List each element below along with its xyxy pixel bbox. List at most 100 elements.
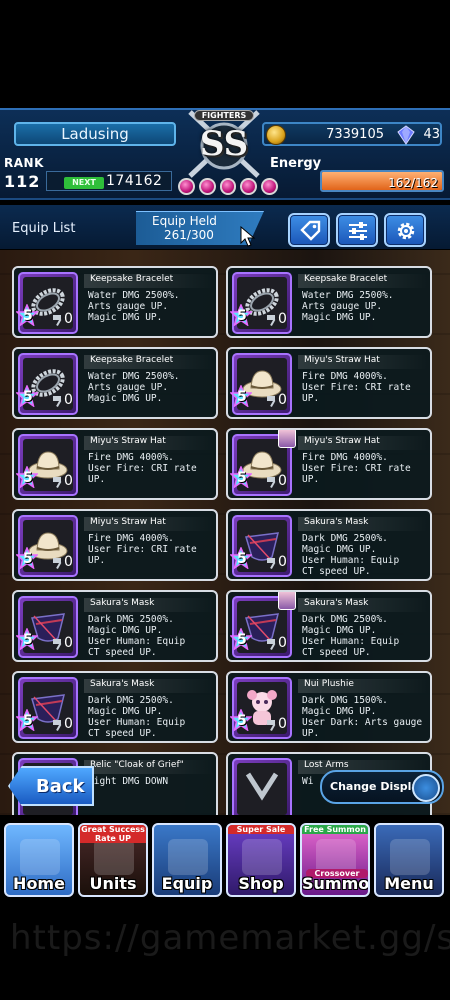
change-display-button[interactable]: Change Display [320,770,444,804]
rarity-number: 5 [237,713,247,729]
orb-icon [178,178,195,195]
nav-label: Units [89,874,137,893]
hammer-icon [53,477,62,488]
equipment-effect: Dark DMG 1500%. Magic DMG UP. User Dark:… [302,695,423,739]
equipment-name: Miyu's Straw Hat [84,436,214,450]
status-header: Ladusing 7339105 43 RANK 112 NEXT 174162… [0,108,450,200]
equipment-card[interactable]: 5 0 Sakura's Mask Dark DMG 2500%. Magic DMG… [226,509,432,581]
hammer-icon [267,315,276,326]
equipment-name: Sakura's Mask [298,598,428,612]
equipment-name: Sakura's Mask [298,517,428,531]
tag-filter-button[interactable] [288,213,330,247]
equipment-effect: Dark DMG 2500%. Magic DMG UP. User Human… [302,533,400,577]
orb-row [178,178,278,198]
hammer-icon [53,315,62,326]
nav-shop[interactable]: Super Sale Shop [226,823,296,897]
currency-panel: 7339105 43 [262,122,442,146]
equipment-card[interactable]: 5 0 Sakura's Mask Dark DMG 2500%. Magic DMG… [12,671,218,743]
next-exp-value: 174162 [106,173,163,189]
equipment-card[interactable]: 5 0 Miyu's Straw Hat Fire DMG 4000%. User F… [226,347,432,419]
orb-icon [240,178,258,195]
rarity-number: 5 [23,551,33,567]
equipment-card[interactable]: 5 0 Sakura's Mask Dark DMG 2500%. Magic DMG… [226,590,432,662]
gem-amount: 43 [423,127,440,142]
equip-held-value: 261/300 [164,228,214,242]
sword-icon [168,839,208,875]
energy-value: 162/162 [388,176,438,190]
equipment-card[interactable]: 5 0 Miyu's Straw Hat Fire DMG 4000%. User F… [12,509,218,581]
rarity-number: 5 [237,632,247,648]
equipment-effect: Dark DMG 2500%. Magic DMG UP. User Human… [88,614,186,658]
treasure-icon [242,839,282,875]
nav-summon[interactable]: Free SummonCrossoverSummon [300,823,370,897]
equipment-thumbnail [232,758,292,815]
hammer-icon [267,639,276,650]
next-badge: NEXT [64,177,104,189]
equipment-card[interactable]: 5 0 Keepsake Bracelet Water DMG 2500%. Arts… [12,266,218,338]
enhance-level: 0 [278,716,287,732]
equip-held-label: Equip Held [152,214,217,228]
nav-label: Menu [384,874,434,893]
sort-settings-button[interactable] [336,213,378,247]
gear-icon [397,222,415,240]
rarity-number: 5 [23,713,33,729]
equipment-card[interactable]: 5 0 Sakura's Mask Dark DMG 2500%. Magic DMG… [12,590,218,662]
enhance-level: 0 [64,554,73,570]
orb-icon [198,178,216,195]
enhance-level: 0 [64,311,73,327]
hammer-icon [267,396,276,407]
player-name[interactable]: Ladusing [14,122,176,146]
enhance-level: 0 [64,635,73,651]
nav-units[interactable]: Great Success Rate UP Units [78,823,148,897]
rarity-number: 5 [23,308,33,324]
watermark-text: https://gamemarket.gg/s [10,918,450,958]
equipment-list[interactable]: 5 0 Keepsake Bracelet Water DMG 2500%. Arts… [0,250,450,815]
equipment-effect: Light DMG DOWN [88,776,169,787]
nav-label: Shop [238,874,284,893]
equipment-card[interactable]: 5 0 Keepsake Bracelet Water DMG 2500%. Arts… [12,347,218,419]
equipment-name: Keepsake Bracelet [298,274,428,288]
equipment-name: Miyu's Straw Hat [298,355,428,369]
arms-icon [240,766,284,814]
hammer-icon [267,720,276,731]
enhance-level: 0 [64,473,73,489]
equipment-card[interactable]: 5 0 Nui Plushie Dark DMG 1500%. Magic DMG U… [226,671,432,743]
rarity-number: 5 [23,389,33,405]
character-avatar [278,592,296,610]
hammer-icon [53,396,62,407]
top-black-area [0,0,450,110]
equipment-name: Relic "Cloak of Grief" [84,760,214,774]
equipment-name: Sakura's Mask [84,679,214,693]
rarity-number: 5 [237,470,247,486]
equipment-name: Sakura's Mask [84,598,214,612]
settings-button[interactable] [384,213,426,247]
equipment-card[interactable]: 5 0 Keepsake Bracelet Water DMG 2500%. Arts… [226,266,432,338]
enhance-level: 0 [278,554,287,570]
nav-label: Home [13,874,65,893]
sliders-icon [349,222,367,240]
equipment-name: Keepsake Bracelet [84,355,214,369]
energy-bar: 162/162 [320,170,444,192]
rarity-number: 5 [237,308,247,324]
nav-label: Summon [302,874,370,893]
orb-icon [219,178,237,195]
gold-amount: 7339105 [326,127,384,142]
hammer-icon [53,558,62,569]
character-avatar [278,430,296,448]
equipment-card[interactable]: 5 0 Miyu's Straw Hat Fire DMG 4000%. User F… [226,428,432,500]
nav-equip[interactable]: Equip [152,823,222,897]
equipment-card[interactable]: 5 0 Miyu's Straw Hat Fire DMG 4000%. User F… [12,428,218,500]
cursor-pointer-icon [240,226,256,247]
nav-menu[interactable]: Menu [374,823,444,897]
nav-label: Equip [161,874,213,893]
equip-list-title: Equip List [12,221,76,236]
back-button[interactable]: Back [8,766,94,806]
bottom-nav: Home Great Success Rate UP Units Equip Super… [0,815,450,900]
equipment-name: Nui Plushie [298,679,428,693]
ss-rank-text: SS [199,124,249,164]
equipment-name: Miyu's Straw Hat [298,436,428,450]
equipment-effect: Water DMG 2500%. Arts gauge UP. Magic DM… [88,371,180,404]
nav-promo-tag: Super Sale [228,825,294,834]
nav-home[interactable]: Home [4,823,74,897]
hammer-icon [53,720,62,731]
